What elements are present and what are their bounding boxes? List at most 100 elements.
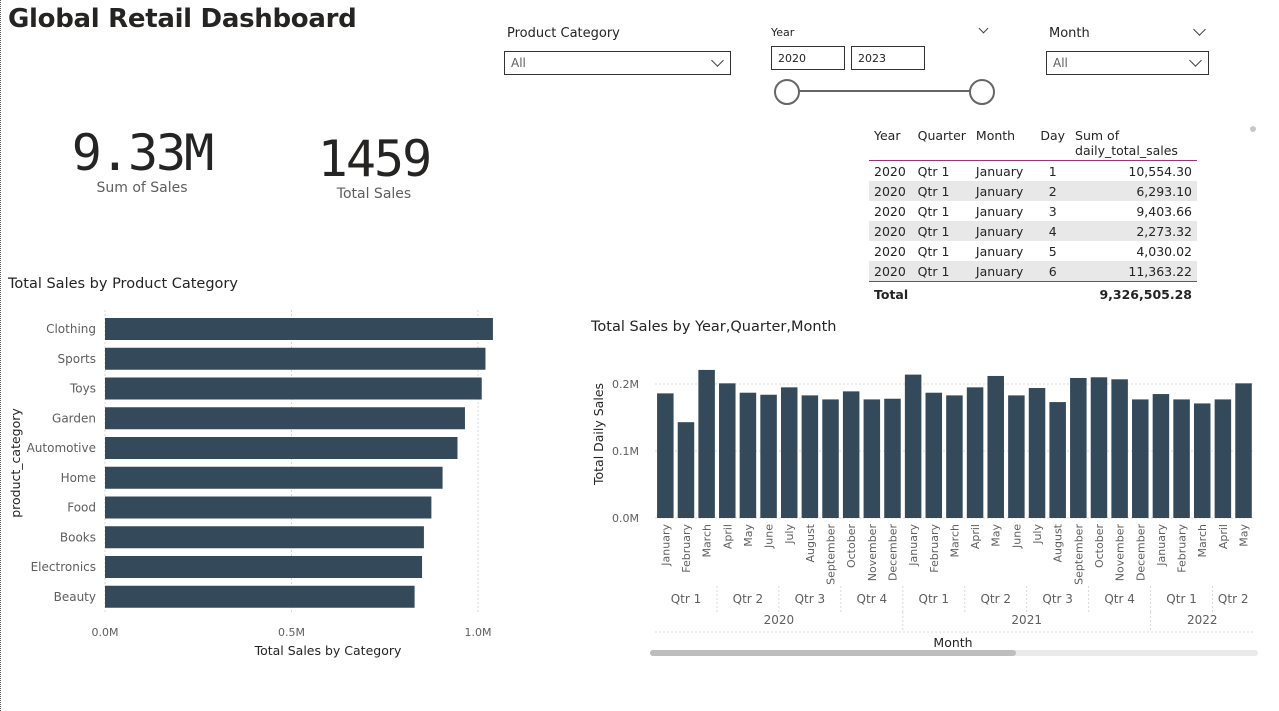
monthly-chart-title: Total Sales by Year,Quarter,Month (591, 319, 837, 335)
bar (105, 496, 432, 519)
y-tick-label: 0.0M (612, 512, 639, 525)
month-label: July (1031, 524, 1044, 545)
bar (904, 374, 922, 518)
matrix-scrollbar[interactable] (1250, 126, 1256, 132)
year-label: 2022 (1187, 613, 1218, 627)
bar (739, 392, 757, 518)
table-cell: Qtr 1 (912, 160, 971, 181)
bar (1008, 395, 1025, 518)
table-cell: 9,403.66 (1070, 201, 1197, 221)
table-cell: 11,363.22 (1070, 261, 1197, 282)
year-to-input[interactable]: 2023 (851, 46, 925, 70)
month-label: January (659, 524, 672, 567)
year-label: Year (771, 26, 795, 39)
table-cell: 6 (1035, 261, 1071, 282)
table-cell: January (970, 181, 1036, 201)
bar (1090, 377, 1108, 518)
month-value: All (1053, 56, 1068, 70)
total-label: Total (869, 281, 1071, 304)
chevron-down-icon (711, 54, 724, 67)
table-cell: Qtr 1 (912, 241, 971, 261)
chart-scrollbar-thumb[interactable] (650, 650, 1016, 656)
table-cell: 2 (1035, 181, 1071, 201)
year-slider-start-handle[interactable] (774, 79, 800, 105)
month-label: September (1072, 524, 1085, 585)
matrix-header[interactable]: Month (970, 126, 1036, 161)
y-axis-title: product_category (8, 408, 23, 518)
year-label: 2021 (1011, 613, 1042, 627)
matrix-header[interactable]: Quarter (912, 126, 971, 161)
bar (105, 377, 482, 400)
year-slider-end-handle[interactable] (969, 79, 995, 105)
product-category-dropdown[interactable]: All (504, 51, 731, 75)
table-cell: Qtr 1 (912, 221, 971, 241)
bar (966, 387, 984, 518)
table-row[interactable]: 2020 Qtr 1 January 4 2,273.32 (869, 221, 1197, 241)
month-label: August (804, 523, 817, 562)
x-axis-title: Month (933, 635, 972, 650)
table-row[interactable]: 2020 Qtr 1 January 5 4,030.02 (869, 241, 1197, 261)
table-row[interactable]: 2020 Qtr 1 January 2 6,293.10 (869, 181, 1197, 201)
category-chart-title: Total Sales by Product Category (8, 276, 238, 292)
month-label: May (1238, 524, 1251, 547)
table-cell: 4,030.02 (1070, 241, 1197, 261)
monthly-bar-chart: 0.0M 0.1M 0.2M January February March April May… (591, 369, 1253, 650)
bar (698, 369, 715, 518)
matrix-header[interactable]: Sum of daily_total_sales (1070, 126, 1197, 161)
kpi-card-sum-of-sales: 9.33M Sum of Sales (42, 124, 242, 196)
table-row[interactable]: 2020 Qtr 1 January 1 10,554.30 (869, 160, 1197, 181)
matrix-header[interactable]: Day (1035, 126, 1071, 161)
matrix-table: Year Quarter Month Day Sum of daily_tota… (869, 126, 1197, 304)
category-bar-chart: 0.0M 0.5M 1.0M Clothing Sports Toys Garden Auto… (8, 310, 493, 658)
table-cell: 6,293.10 (1070, 181, 1197, 201)
month-label: April (721, 524, 734, 549)
table-row[interactable]: 2020 Qtr 1 January 3 9,403.66 (869, 201, 1197, 221)
bar (884, 398, 901, 518)
table-cell: January (970, 160, 1036, 181)
chevron-down-icon[interactable] (978, 23, 989, 34)
bar (822, 399, 839, 518)
product-category-value: All (511, 56, 526, 70)
month-label: November (1114, 524, 1127, 582)
quarter-label: Qtr 1 (919, 592, 950, 606)
table-row[interactable]: 2020 Qtr 1 January 6 11,363.22 (869, 261, 1197, 282)
category-label: Books (60, 530, 96, 544)
category-label: Food (67, 501, 96, 515)
month-label: May (990, 524, 1003, 547)
bar (987, 375, 1004, 518)
quarter-label: Qtr 3 (1042, 592, 1073, 606)
month-label: December (1134, 524, 1147, 582)
month-label: June (1010, 524, 1023, 549)
year-from-input[interactable]: 2020 (771, 46, 845, 70)
month-label: January (1155, 524, 1168, 567)
chevron-down-icon[interactable] (1193, 23, 1206, 36)
bar (719, 383, 736, 518)
month-label: June (763, 524, 776, 549)
category-label: Electronics (31, 560, 96, 574)
bar (105, 556, 423, 578)
matrix-header[interactable]: Year (869, 126, 913, 161)
table-cell: 1 (1035, 160, 1071, 181)
table-cell: 2020 (869, 221, 913, 241)
x-tick-label: 0.5M (278, 626, 305, 639)
sales-matrix: Year Quarter Month Day Sum of daily_tota… (869, 126, 1197, 304)
kpi-card-total-sales: 1459 Total Sales (274, 130, 474, 202)
bar (1028, 388, 1046, 518)
bar (946, 395, 963, 518)
page-title: Global Retail Dashboard (8, 4, 357, 34)
table-cell: 2020 (869, 241, 913, 261)
category-label: Automotive (27, 441, 96, 455)
month-label: October (845, 524, 858, 568)
x-tick-label: 0.0M (92, 626, 119, 639)
month-label: March (948, 524, 961, 558)
y-tick-label: 0.1M (612, 445, 639, 458)
kpi-value: 9.33M (71, 124, 215, 182)
month-label: October (1093, 524, 1106, 568)
month-label: January (907, 524, 920, 567)
bar (1070, 377, 1087, 518)
month-dropdown[interactable]: All (1046, 51, 1209, 75)
month-label: November (866, 524, 879, 582)
bar (1049, 402, 1066, 518)
bar (105, 466, 443, 489)
month-label: February (680, 524, 693, 573)
